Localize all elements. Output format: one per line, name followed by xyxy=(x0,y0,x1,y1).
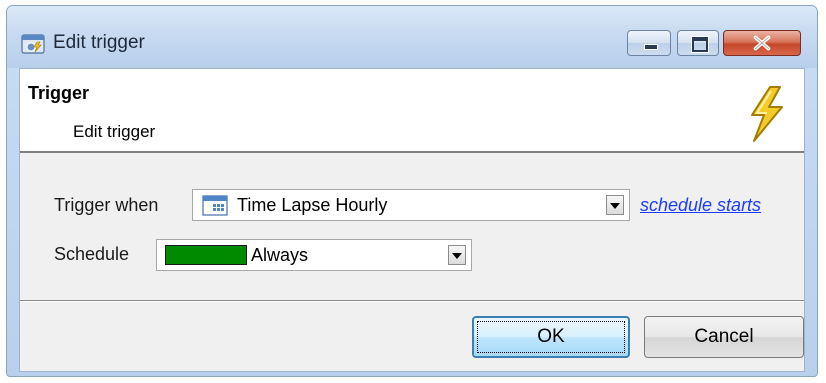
schedule-value: Always xyxy=(251,245,309,265)
trigger-when-value: Time Lapse Hourly xyxy=(237,195,388,215)
chevron-down-icon[interactable] xyxy=(448,245,466,265)
title-bar[interactable]: Edit trigger xyxy=(7,6,817,68)
cancel-button-label: Cancel xyxy=(694,326,754,347)
trigger-when-dropdown[interactable]: Time Lapse Hourly xyxy=(192,189,630,221)
schedule-dropdown[interactable]: Always xyxy=(156,239,472,271)
ok-button-label: OK xyxy=(537,326,565,347)
close-button[interactable] xyxy=(723,30,801,56)
dialog-body: Trigger Edit trigger Trigger when Time L… xyxy=(19,68,805,372)
schedule-label: Schedule xyxy=(54,244,130,264)
trigger-when-label: Trigger when xyxy=(54,195,159,215)
cancel-button[interactable]: Cancel xyxy=(644,316,804,358)
lightning-bolt-icon xyxy=(751,86,783,142)
button-area-divider xyxy=(20,300,804,302)
window-title: Edit trigger xyxy=(53,32,145,53)
schedule-starts-link[interactable]: schedule starts xyxy=(640,195,761,216)
maximize-button[interactable] xyxy=(677,30,719,56)
header-panel: Trigger Edit trigger xyxy=(20,69,804,153)
calendar-icon xyxy=(202,195,228,216)
minimize-button[interactable] xyxy=(627,30,671,56)
edit-trigger-dialog: Edit trigger Trigger Edit trigger Trigge… xyxy=(6,5,818,377)
maximize-icon xyxy=(692,37,708,52)
ok-button[interactable]: OK xyxy=(472,316,630,358)
schedule-color-swatch xyxy=(165,245,247,265)
header-subtitle: Edit trigger xyxy=(73,122,156,141)
close-icon xyxy=(753,35,771,51)
minimize-icon xyxy=(644,44,658,50)
trigger-app-icon xyxy=(21,34,45,54)
header-title: Trigger xyxy=(28,83,90,103)
chevron-down-icon[interactable] xyxy=(606,195,624,215)
